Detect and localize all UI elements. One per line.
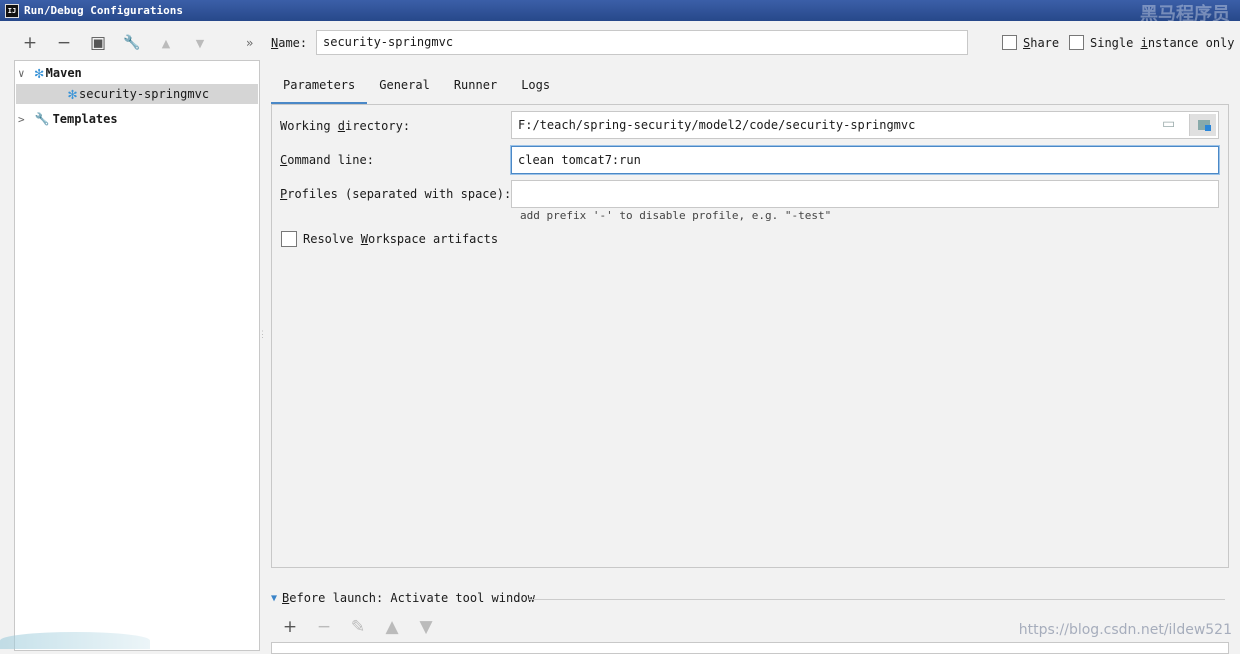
chevron-right-icon[interactable]: > — [18, 113, 25, 126]
maven-gear-icon: ✻ — [34, 64, 44, 82]
single-instance-checkbox[interactable]: Single instance only — [1069, 35, 1235, 50]
resolve-workspace-label: Resolve Workspace artifacts — [303, 232, 499, 246]
profiles-input[interactable] — [511, 180, 1219, 208]
tab-general[interactable]: General — [367, 74, 442, 102]
profiles-label: Profiles (separated with space): — [280, 187, 512, 201]
resolve-workspace-checkbox[interactable]: Resolve Workspace artifacts — [281, 231, 498, 247]
app-icon: IJ — [5, 3, 19, 18]
tab-logs[interactable]: Logs — [509, 74, 562, 102]
tab-parameters[interactable]: Parameters — [271, 74, 368, 105]
wrench-icon: 🔧 — [34, 112, 50, 126]
add-icon[interactable]: + — [280, 616, 300, 638]
triangle-down-icon[interactable]: ▼ — [271, 593, 277, 604]
remove-icon[interactable]: − — [314, 616, 334, 638]
before-launch-label: Before launch: Activate tool window — [282, 591, 535, 605]
watermark-url: https://blog.csdn.net/ildew521 — [1018, 622, 1232, 638]
tree-item-label: security-springmvc — [79, 87, 210, 101]
window-title: Run/Debug Configurations — [24, 4, 183, 17]
name-label: Name: — [271, 36, 308, 50]
macro-browse-button[interactable] — [1189, 114, 1216, 136]
chevron-down-icon[interactable]: ∨ — [18, 67, 25, 80]
tree-item-label: Maven — [45, 66, 82, 80]
checkbox-box[interactable] — [1069, 35, 1084, 50]
checkbox-box[interactable] — [1002, 35, 1017, 50]
config-tree: ∨ ✻ Maven ✻ security-springmvc > 🔧 Templ… — [14, 60, 260, 651]
config-tabs: Parameters General Runner Logs — [271, 74, 562, 105]
name-input[interactable]: security-springmvc — [316, 30, 968, 55]
copy-icon[interactable]: ▣ — [88, 32, 108, 54]
remove-icon[interactable]: − — [54, 32, 74, 54]
tree-item-label: Templates — [52, 112, 118, 126]
move-up-icon[interactable]: ▲ — [382, 616, 402, 638]
wrench-icon[interactable]: 🔧 — [122, 32, 142, 54]
edit-icon[interactable]: ✎ — [348, 616, 368, 638]
more-chevron-icon[interactable]: » — [246, 36, 253, 50]
tree-item-security-springmvc[interactable]: ✻ security-springmvc — [16, 84, 258, 104]
tab-runner[interactable]: Runner — [442, 74, 509, 102]
checkbox-box[interactable] — [281, 231, 297, 247]
config-toolbar: + − ▣ 🔧 ▲ ▼ — [20, 31, 210, 55]
command-line-input[interactable]: clean tomcat7:run — [511, 146, 1219, 174]
parameters-panel: Working directory: F:/teach/spring-secur… — [271, 104, 1229, 568]
folder-icon[interactable]: ▭ — [1162, 117, 1180, 131]
watermark: 黑马程序员 — [1140, 4, 1230, 25]
working-directory-field[interactable]: F:/teach/spring-security/model2/code/sec… — [511, 111, 1219, 139]
move-down-icon[interactable]: ▼ — [190, 32, 210, 54]
decorative-wave — [0, 632, 150, 649]
maven-gear-icon: ✻ — [68, 85, 78, 103]
add-icon[interactable]: + — [20, 32, 40, 54]
before-launch-header[interactable]: ▼ Before launch: Activate tool window — [271, 591, 1225, 605]
share-label: Share — [1023, 35, 1060, 50]
working-directory-value: F:/teach/spring-security/model2/code/sec… — [518, 118, 916, 132]
single-instance-label: Single instance only — [1090, 35, 1235, 50]
move-down-icon[interactable]: ▼ — [416, 616, 436, 638]
title-bar: IJ Run/Debug Configurations 黑马程序员 — [0, 0, 1240, 25]
working-directory-label: Working directory: — [280, 119, 411, 133]
divider — [529, 599, 1225, 600]
before-launch-list[interactable] — [271, 642, 1229, 654]
command-line-label: Command line: — [280, 153, 374, 167]
move-up-icon[interactable]: ▲ — [156, 32, 176, 54]
tree-item-maven[interactable]: ∨ ✻ Maven — [18, 63, 82, 83]
tree-item-templates[interactable]: > 🔧 Templates — [18, 109, 118, 129]
splitter-handle[interactable]: ⋮ — [258, 330, 267, 340]
share-checkbox[interactable]: Share — [1002, 35, 1059, 50]
before-launch-toolbar: + − ✎ ▲ ▼ — [280, 616, 436, 638]
profiles-hint: add prefix '-' to disable profile, e.g. … — [520, 209, 832, 222]
